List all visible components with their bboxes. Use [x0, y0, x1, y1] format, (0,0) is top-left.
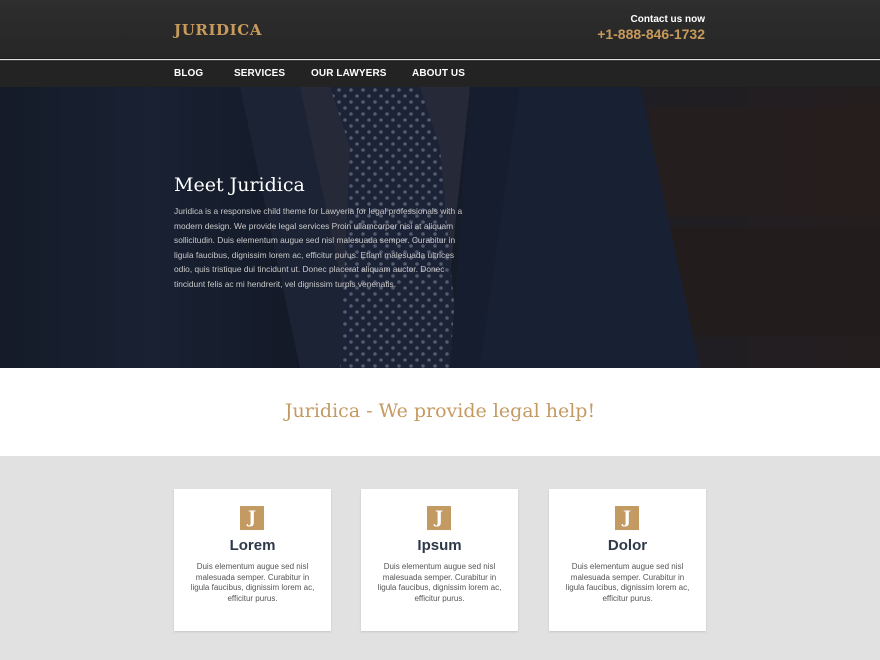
nav-item-our-lawyers[interactable]: OUR LAWYERS: [311, 68, 387, 79]
contact-block: Contact us now +1-888-846-1732: [597, 14, 705, 42]
hero-banner: Meet Juridica Juridica is a responsive c…: [0, 87, 880, 368]
feature-card-title: Dolor: [607, 537, 648, 554]
hero-title: Meet Juridica: [174, 174, 305, 196]
main-nav: BLOG SERVICES OUR LAWYERS ABOUT US: [0, 60, 880, 87]
contact-phone[interactable]: +1-888-846-1732: [597, 26, 705, 42]
tagline-section: Juridica - We provide legal help!: [0, 368, 880, 456]
feature-card-title: Lorem: [229, 537, 276, 554]
features-section: J Lorem Duis elementum augue sed nisl ma…: [0, 456, 880, 660]
hero-description: Juridica is a responsive child theme for…: [174, 206, 463, 289]
feature-card-ipsum: J Ipsum Duis elementum augue sed nisl ma…: [361, 489, 518, 631]
site-header: JURIDICA Contact us now +1-888-846-1732: [0, 0, 880, 59]
juridica-j-icon: J: [240, 506, 264, 530]
juridica-j-icon: J: [615, 506, 639, 530]
tagline-heading: Juridica - We provide legal help!: [284, 400, 596, 422]
feature-card-text: Duis elementum augue sed nisl malesuada …: [377, 562, 502, 603]
nav-item-about-us[interactable]: ABOUT US: [412, 68, 465, 79]
feature-card-lorem: J Lorem Duis elementum augue sed nisl ma…: [174, 489, 331, 631]
contact-label: Contact us now: [630, 14, 705, 25]
nav-item-services[interactable]: SERVICES: [234, 68, 285, 79]
nav-item-blog[interactable]: BLOG: [174, 68, 203, 79]
feature-card-dolor: J Dolor Duis elementum augue sed nisl ma…: [549, 489, 706, 631]
feature-card-title: Ipsum: [417, 537, 462, 554]
feature-card-text: Duis elementum augue sed nisl malesuada …: [565, 562, 690, 603]
juridica-j-icon: J: [427, 506, 451, 530]
site-logo[interactable]: JURIDICA: [174, 21, 262, 39]
feature-card-text: Duis elementum augue sed nisl malesuada …: [190, 562, 315, 603]
